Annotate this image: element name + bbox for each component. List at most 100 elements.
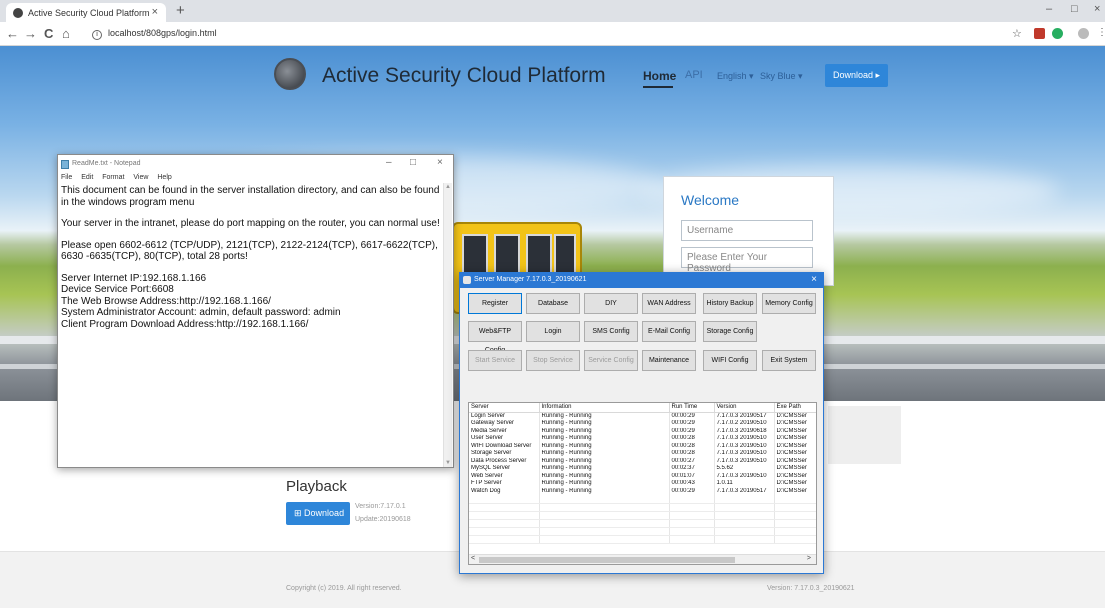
menu-view[interactable]: View <box>133 174 148 181</box>
column-header[interactable]: Exe Path <box>774 403 816 413</box>
register-button[interactable]: Register <box>468 293 522 314</box>
window-minimize-button[interactable]: – <box>1046 3 1052 15</box>
reload-button[interactable]: C <box>44 26 53 41</box>
notepad-minimize-button[interactable]: – <box>386 157 392 168</box>
column-header[interactable]: Information <box>539 403 670 413</box>
wan-address-button[interactable]: WAN Address <box>642 293 696 314</box>
table-row[interactable]: FTP Server Running - Running 00:00:43 1.0.1… <box>469 480 816 488</box>
extension-green-icon[interactable] <box>1052 28 1063 39</box>
notepad-titlebar[interactable]: ReadMe.txt - Notepad – □ × <box>58 155 453 173</box>
scroll-down-icon[interactable]: ▼ <box>445 460 451 466</box>
column-header[interactable]: Run Time <box>669 403 715 413</box>
wifi-config-button[interactable]: WIFI Config <box>703 350 757 371</box>
table-cell: Running - Running <box>539 465 670 473</box>
table-row[interactable]: MySQL Server Running - Running 00:02:37 5.5… <box>469 465 816 473</box>
history-backup-button[interactable]: History Backup <box>703 293 757 314</box>
server-status-table[interactable]: Server Information Run Time Version Exe … <box>468 402 817 565</box>
browser-tab[interactable]: Active Security Cloud Platform × <box>6 3 166 22</box>
table-cell <box>669 495 715 504</box>
window-close-button[interactable]: × <box>1094 3 1100 15</box>
notepad-scrollbar[interactable]: ▲ ▼ <box>443 183 452 467</box>
web-ftp-config-button[interactable]: Web&FTP Config <box>468 321 522 354</box>
sms-config-button[interactable]: SMS Config <box>584 321 638 342</box>
bus-window <box>494 234 520 276</box>
forward-button[interactable]: → <box>24 26 37 41</box>
empty-row <box>469 535 816 544</box>
nav-api-link[interactable]: API <box>685 69 703 81</box>
email-config-button[interactable]: E-Mail Config <box>642 321 696 342</box>
service-config-button[interactable]: Service Config <box>584 350 638 371</box>
table-row[interactable]: Login Server Running - Running 00:00:29 7.1… <box>469 412 816 420</box>
maintenance-button[interactable]: Maintenance <box>642 350 696 371</box>
menu-edit[interactable]: Edit <box>81 174 93 181</box>
playback-version-info: Version:7.17.0.1 Update:20190618 <box>355 500 411 526</box>
login-button[interactable]: Login <box>526 321 580 342</box>
platform-logo-icon <box>274 58 306 90</box>
menu-help[interactable]: Help <box>157 174 171 181</box>
playback-download-button[interactable]: ⊞ Download <box>286 502 350 525</box>
home-button[interactable]: ⌂ <box>62 26 70 41</box>
table-row[interactable]: User Server Running - Running 00:00:28 7.17… <box>469 435 816 443</box>
download-button[interactable]: Download ▸ <box>825 64 888 87</box>
table-cell <box>714 527 775 536</box>
table-cell: 00:00:27 <box>669 457 715 465</box>
table-row[interactable]: Gateway Server Running - Running 00:00:29 7… <box>469 420 816 428</box>
language-dropdown[interactable]: English ▾ <box>717 71 754 82</box>
notepad-text-area[interactable]: This document can be found in the server… <box>61 185 443 465</box>
table-cell: D:\CMSSer <box>774 487 816 495</box>
scroll-left-icon[interactable]: < <box>471 555 475 562</box>
start-service-button[interactable]: Start Service <box>468 350 522 371</box>
password-input[interactable]: Please Enter Your Password <box>681 247 813 274</box>
readme-paragraph: Your server in the intranet, please do p… <box>61 218 440 229</box>
table-cell: Running - Running <box>539 427 670 435</box>
table-cell: 00:00:29 <box>669 412 715 420</box>
column-header[interactable]: Version <box>714 403 775 413</box>
exit-system-button[interactable]: Exit System <box>762 350 816 371</box>
scroll-up-icon[interactable]: ▲ <box>445 184 451 190</box>
table-row[interactable]: WIFI Download Server Running - Running 00:… <box>469 442 816 450</box>
server-manager-titlebar[interactable]: Server Manager 7.17.0.3_20190621 × <box>460 273 823 288</box>
table-cell <box>669 535 715 544</box>
table-cell: 00:00:28 <box>669 435 715 443</box>
extension-pdf-icon[interactable] <box>1034 28 1045 39</box>
theme-dropdown[interactable]: Sky Blue ▾ <box>760 71 803 82</box>
menu-file[interactable]: File <box>61 174 72 181</box>
profile-avatar-icon[interactable] <box>1078 28 1089 39</box>
back-button[interactable]: ← <box>6 26 19 41</box>
table-row[interactable]: Watch Dog Running - Running 00:00:29 7.17.0… <box>469 487 816 495</box>
new-tab-button[interactable]: + <box>176 2 185 19</box>
site-info-icon[interactable]: i <box>92 30 102 40</box>
table-horizontal-scrollbar[interactable]: < > <box>469 554 816 564</box>
database-button[interactable]: Database <box>526 293 580 314</box>
window-maximize-button[interactable]: □ <box>1071 3 1078 15</box>
table-row[interactable]: Data Process Server Running - Running 00:0… <box>469 457 816 465</box>
table-cell: 7.17.0.3 20190510 <box>714 435 775 443</box>
nav-home-link[interactable]: Home <box>643 69 676 83</box>
notepad-maximize-button[interactable]: □ <box>410 157 416 168</box>
column-header[interactable]: Server <box>469 403 540 413</box>
scroll-right-icon[interactable]: > <box>807 555 811 562</box>
storage-config-button[interactable]: Storage Config <box>703 321 757 342</box>
username-input[interactable]: Username <box>681 220 813 241</box>
table-cell: Gateway Server <box>469 420 540 428</box>
table-cell: D:\CMSSer <box>774 472 816 480</box>
memory-config-button[interactable]: Memory Config <box>762 293 816 314</box>
table-row[interactable]: Storage Server Running - Running 00:00:28 7… <box>469 450 816 458</box>
browser-menu-icon[interactable]: ⋮ <box>1097 27 1105 38</box>
diy-button[interactable]: DIY <box>584 293 638 314</box>
notepad-close-button[interactable]: × <box>437 157 443 168</box>
table-cell: 7.17.0.3 20190510 <box>714 442 775 450</box>
table-row[interactable]: Web Server Running - Running 00:01:07 7.17.… <box>469 472 816 480</box>
stop-service-button[interactable]: Stop Service <box>526 350 580 371</box>
bookmark-star-icon[interactable]: ☆ <box>1012 27 1022 40</box>
table-cell: 7.17.0.3 20190510 <box>714 450 775 458</box>
tab-close-icon[interactable]: × <box>152 6 158 18</box>
url-field[interactable]: i localhost/808gps/login.html <box>92 28 217 40</box>
menu-format[interactable]: Format <box>102 174 124 181</box>
server-manager-close-button[interactable]: × <box>811 274 817 285</box>
table-cell: Web Server <box>469 472 540 480</box>
scrollbar-thumb[interactable] <box>479 557 735 563</box>
notepad-icon <box>61 160 69 169</box>
table-row[interactable]: Media Server Running - Running 00:00:29 7.1… <box>469 427 816 435</box>
login-panel: Welcome Username Please Enter Your Passw… <box>663 176 834 286</box>
